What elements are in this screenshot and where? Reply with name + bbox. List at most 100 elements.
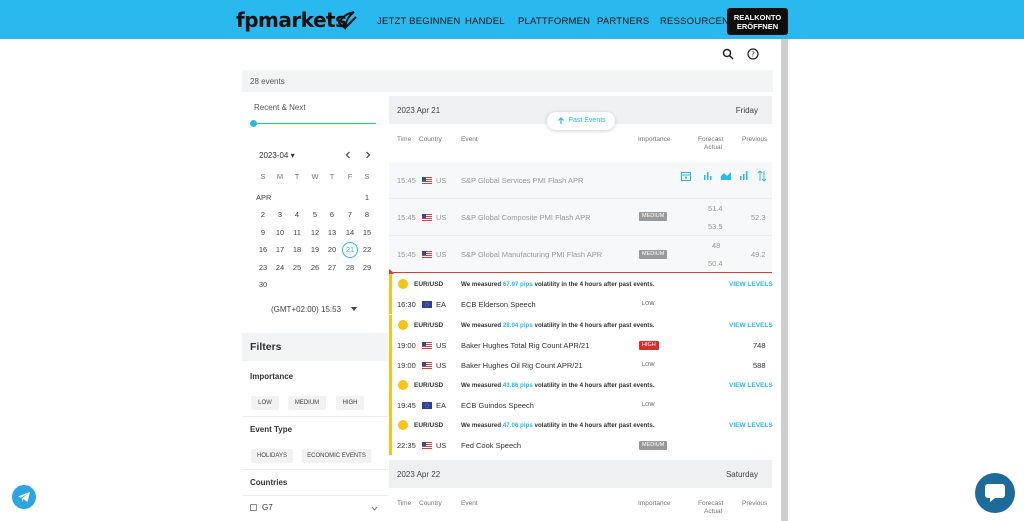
column-chart-icon[interactable] — [738, 170, 750, 182]
volatility-pips: 28.04 pips — [502, 322, 533, 329]
arrow-up-icon — [558, 117, 564, 124]
area-chart-icon[interactable] — [720, 170, 732, 182]
calendar-day[interactable]: 3 — [272, 208, 288, 222]
calendar-day[interactable]: 7 — [342, 208, 358, 222]
previous-value: 52.3 — [751, 213, 766, 222]
sort-icon[interactable] — [756, 170, 768, 182]
calendar-day[interactable]: 19 — [307, 243, 323, 257]
us-flag-icon — [422, 442, 432, 449]
event-row[interactable] — [389, 294, 772, 314]
chevron-left-icon[interactable] — [344, 151, 352, 159]
event-time: 19:00 — [397, 361, 416, 370]
range-slider-handle[interactable] — [250, 120, 257, 127]
chevron-down-icon[interactable] — [371, 506, 378, 511]
view-levels-link[interactable]: VIEW LEVELS — [729, 322, 773, 329]
event-row[interactable] — [389, 435, 772, 455]
volatility-prefix: We measured — [461, 281, 502, 288]
event-name: S&P Global Composite PMI Flash APR — [461, 213, 591, 222]
importance-low-chip[interactable]: LOW — [251, 396, 279, 410]
telegram-icon — [18, 492, 30, 502]
calendar-day[interactable]: 10 — [272, 226, 288, 240]
calendar-day[interactable]: 24 — [272, 261, 288, 275]
caret-down-icon[interactable] — [351, 307, 357, 312]
range-slider-track[interactable] — [254, 123, 376, 124]
search-icon[interactable] — [722, 48, 734, 60]
volatility-pair: EUR/USD — [414, 422, 444, 429]
calendar-day[interactable]: 4 — [289, 208, 305, 222]
calendar-day[interactable]: 26 — [307, 261, 323, 275]
importance-high-chip[interactable]: HIGH — [336, 396, 364, 410]
calendar-icon[interactable] — [680, 170, 692, 182]
volatility-prefix: We measured — [461, 322, 502, 329]
col-time: Time — [397, 136, 412, 143]
calendar-day[interactable]: 9 — [255, 226, 271, 240]
nav-plattformen[interactable]: PLATTFORMEN — [518, 16, 590, 27]
col-country: Country — [419, 136, 442, 143]
calendar-day[interactable]: 21 — [342, 242, 358, 258]
nav-jetzt-beginnen[interactable]: JETZT BEGINNEN — [377, 16, 460, 27]
calendar-day[interactable]: 18 — [289, 243, 305, 257]
nav-ressourcen[interactable]: RESSOURCEN — [660, 16, 729, 27]
month-select[interactable]: 2023-04 ▾ — [259, 151, 295, 160]
event-type-economic-chip[interactable]: ECONOMIC EVENTS — [302, 449, 371, 463]
calendar-day[interactable]: 15 — [359, 226, 375, 240]
importance-badge: MEDIUM — [639, 212, 668, 221]
event-row[interactable] — [389, 395, 772, 415]
event-time: 15:45 — [397, 250, 416, 259]
range-label: Recent & Next — [254, 103, 306, 112]
event-name: ECB Elderson Speech — [461, 300, 536, 309]
actual-value: 50.4 — [708, 259, 723, 268]
calendar-day[interactable]: 8 — [359, 208, 375, 222]
col-actual: Actual — [704, 144, 723, 151]
bar-chart-icon[interactable] — [702, 170, 714, 182]
calendar-day[interactable]: 14 — [342, 226, 358, 240]
weekday-header: F — [347, 172, 353, 181]
nav-partners[interactable]: PARTNERS — [597, 16, 649, 27]
calendar-day[interactable]: 30 — [255, 278, 271, 292]
open-account-button[interactable]: REALKONTO ERÖFFNEN — [727, 8, 788, 35]
event-name: S&P Global Services PMI Flash APR — [461, 176, 584, 185]
calendar-day[interactable]: 25 — [289, 261, 305, 275]
g7-checkbox[interactable] — [250, 504, 257, 511]
calendar-day[interactable]: 1 — [359, 191, 375, 205]
event-type-holidays-chip[interactable]: HOLIDAYS — [251, 449, 293, 463]
date-label: 2023 Apr 22 — [397, 470, 441, 479]
calendar-day[interactable]: 2 — [255, 208, 271, 222]
calendar-day[interactable]: 11 — [289, 226, 305, 240]
calendar-day[interactable]: 22 — [359, 243, 375, 257]
view-levels-link[interactable]: VIEW LEVELS — [729, 281, 773, 288]
logo[interactable]: fpmarkets — [236, 8, 347, 32]
timezone-select[interactable]: (GMT+02:00) 15:53 — [271, 305, 341, 314]
forecast-value: 51.4 — [708, 204, 723, 213]
calendar-day[interactable]: 13 — [324, 226, 340, 240]
month-abbrev: APR — [256, 193, 272, 202]
calendar-day[interactable]: 28 — [342, 261, 358, 275]
help-icon[interactable]: ? — [747, 48, 759, 60]
nav-handel[interactable]: HANDEL — [465, 16, 505, 27]
calendar-day[interactable]: 23 — [255, 261, 271, 275]
calendar-day[interactable]: 16 — [255, 243, 271, 257]
past-events-button[interactable]: Past Events — [547, 112, 615, 130]
col-previous: Previous — [742, 136, 768, 143]
volatility-prefix: We measured — [461, 382, 502, 389]
previous-value: 748 — [753, 341, 766, 350]
telegram-button[interactable] — [12, 485, 36, 509]
calendar-day[interactable]: 17 — [272, 243, 288, 257]
event-name: Baker Hughes Oil Rig Count APR/21 — [461, 361, 583, 370]
calendar-day[interactable]: 29 — [359, 261, 375, 275]
calendar-day[interactable]: 12 — [307, 226, 323, 240]
calendar-day[interactable]: 27 — [324, 261, 340, 275]
col-importance: Importance — [638, 500, 671, 507]
event-name: Fed Cook Speech — [461, 441, 522, 450]
view-levels-link[interactable]: VIEW LEVELS — [729, 422, 773, 429]
calendar-day[interactable]: 5 — [307, 208, 323, 222]
page-scrollbar[interactable] — [781, 39, 788, 521]
chat-button[interactable] — [975, 473, 1015, 513]
col-forecast: Forecast — [698, 136, 724, 143]
view-levels-link[interactable]: VIEW LEVELS — [729, 382, 773, 389]
importance-medium-chip[interactable]: MEDIUM — [288, 396, 326, 410]
calendar-day[interactable]: 6 — [324, 208, 340, 222]
importance-title: Importance — [250, 372, 294, 381]
calendar-day[interactable]: 20 — [324, 243, 340, 257]
chevron-right-icon[interactable] — [364, 151, 372, 159]
